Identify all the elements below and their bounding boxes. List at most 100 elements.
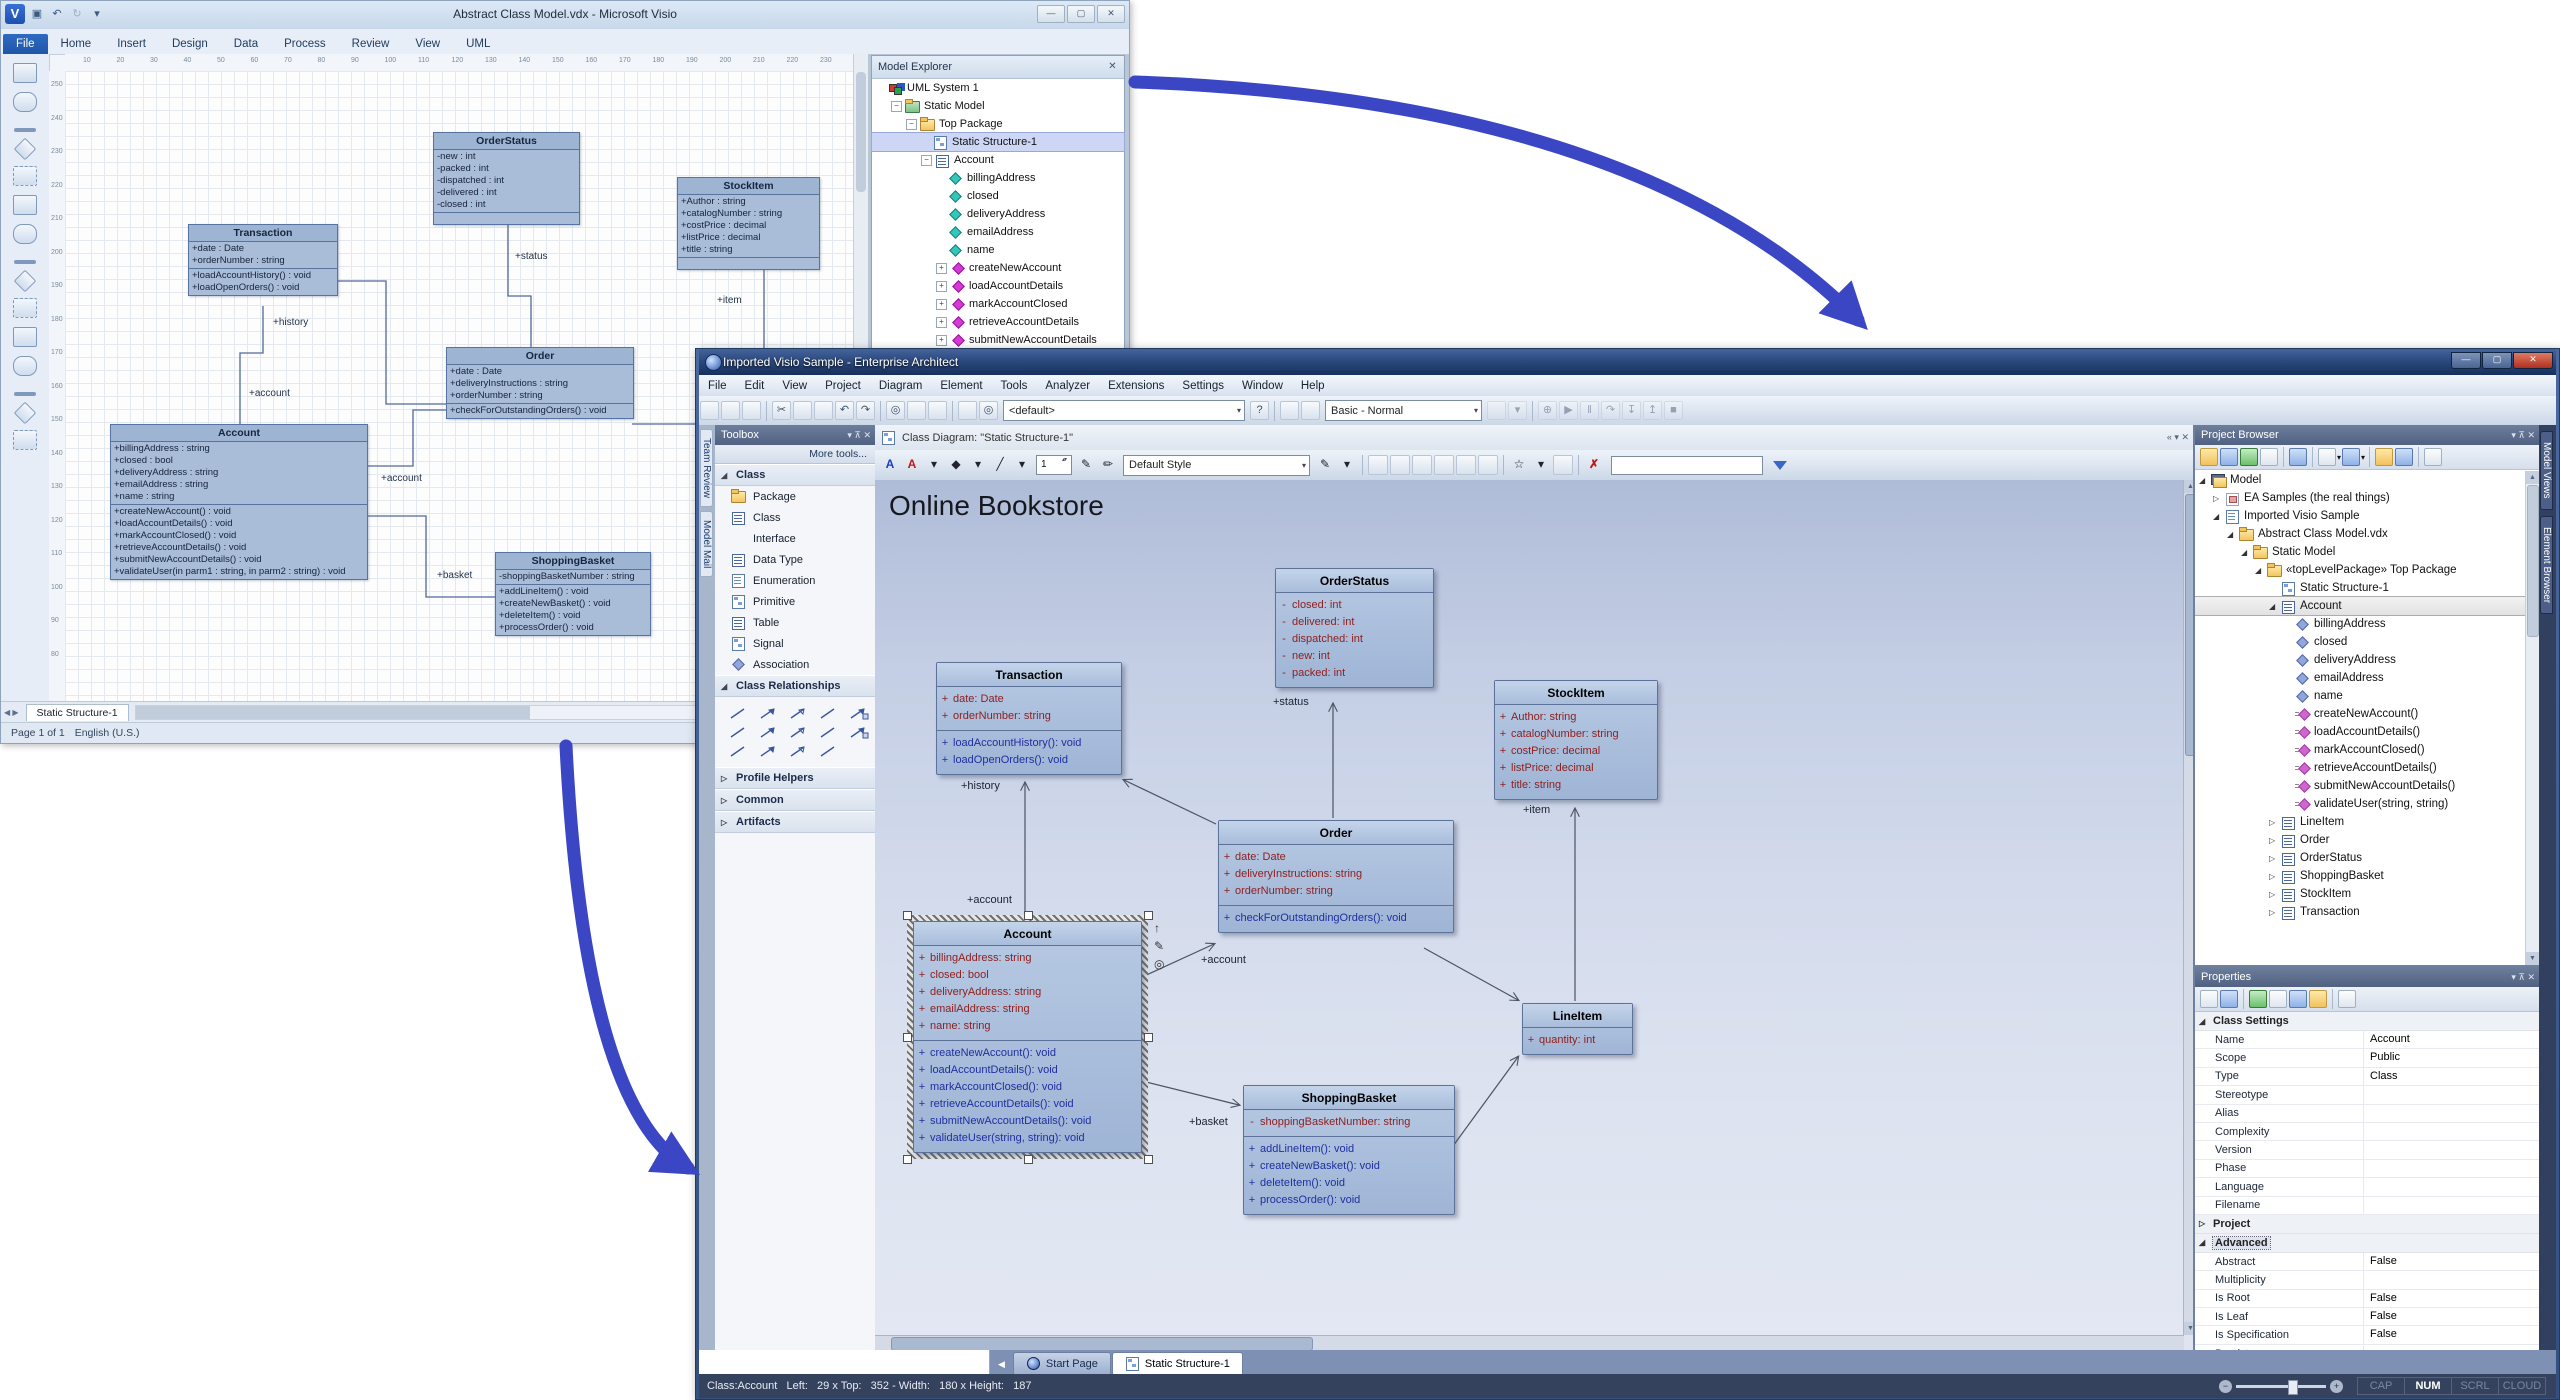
menu-diagram[interactable]: Diagram xyxy=(870,380,931,392)
send-back-icon[interactable] xyxy=(1478,455,1498,475)
collapse-icon[interactable]: ◢ xyxy=(2269,602,2279,611)
signal-shape-icon[interactable] xyxy=(13,356,37,376)
note-shape-icon[interactable] xyxy=(13,166,37,186)
expand-toggle-icon[interactable]: + xyxy=(936,262,947,274)
collapse-icon[interactable]: ◢ xyxy=(2241,548,2251,557)
page-tab-static-structure-1[interactable]: Static Structure-1 xyxy=(25,704,129,721)
tree-item-transaction[interactable]: ▷ Transaction xyxy=(2195,903,2526,921)
line-width-spinner[interactable]: 1 xyxy=(1036,455,1072,475)
menu-file[interactable]: File xyxy=(699,380,736,392)
class-attribute[interactable]: - dispatched: int xyxy=(1276,631,1433,648)
properties-section-advanced[interactable]: ◢ Advanced xyxy=(2195,1233,2539,1253)
expand-icon[interactable]: ▷ xyxy=(2269,854,2279,863)
panel-header-icons[interactable]: ▾ ⊼ ✕ xyxy=(2511,425,2535,445)
tree-item-toplevelpackage-top-package[interactable]: ◢ «topLevelPackage» Top Package xyxy=(2195,561,2526,579)
menu-project[interactable]: Project xyxy=(816,380,870,392)
class-attribute[interactable]: -delivered : int xyxy=(434,187,579,199)
uml-association[interactable] xyxy=(336,280,446,405)
toolbox-section-profile-helpers[interactable]: ▷ Profile Helpers xyxy=(715,767,875,789)
text-bg-icon[interactable]: A xyxy=(902,455,922,475)
ribbon-tab-design[interactable]: Design xyxy=(159,34,221,54)
menu-view[interactable]: View xyxy=(773,380,816,392)
class-operation[interactable]: +loadAccountDetails() : void xyxy=(111,518,367,530)
relationship-tool-icon[interactable] xyxy=(759,725,779,739)
relationship-tool-icon[interactable] xyxy=(819,725,839,739)
expand-icon[interactable]: ▷ xyxy=(721,774,731,783)
expand-toggle-icon[interactable]: − xyxy=(921,154,932,166)
expand-toggle-icon[interactable]: + xyxy=(936,334,947,346)
property-value[interactable] xyxy=(2363,1271,2539,1289)
property-row-version[interactable]: Version xyxy=(2195,1141,2539,1160)
class-attribute[interactable]: +closed : bool xyxy=(111,455,367,467)
class-attribute[interactable]: - packed: int xyxy=(1276,665,1433,682)
expand-icon[interactable]: ▷ xyxy=(721,796,731,805)
visio-title-bar[interactable]: V ▣ ↶ ↻ ▾ Abstract Class Model.vdx - Mic… xyxy=(1,1,1129,30)
relationship-tool-icon[interactable] xyxy=(759,744,779,758)
class-attribute[interactable]: + billingAddress: string xyxy=(914,950,1141,967)
collapse-icon[interactable]: ◢ xyxy=(2199,476,2209,485)
class-attribute[interactable]: + name: string xyxy=(914,1018,1141,1035)
align-bottom-icon[interactable] xyxy=(1434,455,1454,475)
tree-item-deliveryaddress[interactable]: deliveryAddress xyxy=(872,205,1124,223)
scrollbar-thumb[interactable] xyxy=(2527,485,2539,637)
tree-item-billingaddress[interactable]: billingAddress xyxy=(872,169,1124,187)
class-operation[interactable]: +submitNewAccountDetails() : void xyxy=(111,554,367,566)
tree-item-model[interactable]: ◢ Model xyxy=(2195,471,2526,489)
class-attribute[interactable]: +date : Date xyxy=(447,366,633,378)
class-attribute[interactable]: + emailAddress: string xyxy=(914,1001,1141,1018)
properties-section-project[interactable]: ▷ Project xyxy=(2195,1214,2539,1234)
model-window-icon[interactable] xyxy=(1280,401,1299,420)
scroll-up-icon[interactable]: ▲ xyxy=(2526,471,2539,484)
caret-icon[interactable]: ▾ xyxy=(1531,455,1551,475)
collapse-icon[interactable]: ◢ xyxy=(2227,530,2237,539)
ribbon-tab-home[interactable]: Home xyxy=(48,34,105,54)
tree-item-static-model[interactable]: − Static Model xyxy=(872,97,1124,115)
ribbon-tab-review[interactable]: Review xyxy=(339,34,403,54)
pencil-icon[interactable]: ✎ xyxy=(1154,939,1164,953)
class-operation[interactable]: +loadAccountHistory() : void xyxy=(189,270,337,282)
class-operation[interactable]: +checkForOutstandingOrders() : void xyxy=(447,405,633,417)
class-operation[interactable]: +deleteItem() : void xyxy=(496,610,650,622)
class-operation[interactable]: +createNewBasket() : void xyxy=(496,598,650,610)
tree-item-lineitem[interactable]: ▷ LineItem xyxy=(2195,813,2526,831)
side-tab-team-review[interactable]: Team Review xyxy=(700,429,713,508)
menu-window[interactable]: Window xyxy=(1233,380,1292,392)
tree-item-static-structure-1[interactable]: Static Structure-1 xyxy=(871,132,1125,152)
class-operation[interactable]: + processOrder(): void xyxy=(1244,1192,1454,1209)
relationship-tool-icon[interactable] xyxy=(849,706,869,720)
tree-item-account[interactable]: ◢ Account xyxy=(2195,596,2526,616)
class-attribute[interactable]: +catalogNumber : string xyxy=(678,208,819,220)
toolbox-item-signal[interactable]: Signal xyxy=(715,633,875,654)
collapse-icon[interactable]: ◢ xyxy=(2213,512,2223,521)
pen-icon[interactable]: ✎ xyxy=(1315,455,1335,475)
class-attribute[interactable]: -dispatched : int xyxy=(434,175,579,187)
redo-icon[interactable]: ↷ xyxy=(856,401,875,420)
tree-item-static-model[interactable]: ◢ Static Model xyxy=(2195,543,2526,561)
tree-item-loadaccountdetails[interactable]: + loadAccountDetails xyxy=(872,277,1124,295)
ribbon-tab-data[interactable]: Data xyxy=(221,34,271,54)
expand-toggle-icon[interactable]: + xyxy=(936,316,947,328)
generalization-shape-icon[interactable] xyxy=(14,260,36,264)
close-icon[interactable]: ✕ xyxy=(1105,59,1120,74)
tree-item-order[interactable]: ▷ Order xyxy=(2195,831,2526,849)
property-value[interactable] xyxy=(2363,1178,2539,1196)
undo-icon[interactable]: ↶ xyxy=(835,401,854,420)
toolbox-section-artifacts[interactable]: ▷ Artifacts xyxy=(715,811,875,833)
class-attribute[interactable]: + quantity: int xyxy=(1523,1032,1632,1049)
class-attribute[interactable]: +name : string xyxy=(111,491,367,503)
class-operation[interactable]: +createNewAccount() : void xyxy=(111,506,367,518)
toolbox-header[interactable]: Toolbox ▾ ⊼ ✕ xyxy=(715,425,875,445)
class-attribute[interactable]: +listPrice : decimal xyxy=(678,232,819,244)
relationship-tool-icon[interactable] xyxy=(729,706,749,720)
caption-bar-icons[interactable]: « ▾ ✕ xyxy=(2167,432,2189,443)
tree-item-loadaccountdetails[interactable]: loadAccountDetails() xyxy=(2195,723,2526,741)
class-attribute[interactable]: + date: Date xyxy=(937,691,1121,708)
uml-association[interactable] xyxy=(239,306,264,424)
dependency-shape-icon[interactable] xyxy=(13,224,37,244)
class-operation[interactable]: + markAccountClosed(): void xyxy=(914,1079,1141,1096)
enumeration-shape-icon[interactable] xyxy=(13,327,37,347)
property-row-phase[interactable]: Phase xyxy=(2195,1159,2539,1179)
uml-class-orderstatus[interactable]: OrderStatus - closed: int - delivered: int - d… xyxy=(1275,568,1434,688)
tree-item-name[interactable]: name xyxy=(872,241,1124,259)
tree-item-emailaddress[interactable]: emailAddress xyxy=(2195,669,2526,687)
